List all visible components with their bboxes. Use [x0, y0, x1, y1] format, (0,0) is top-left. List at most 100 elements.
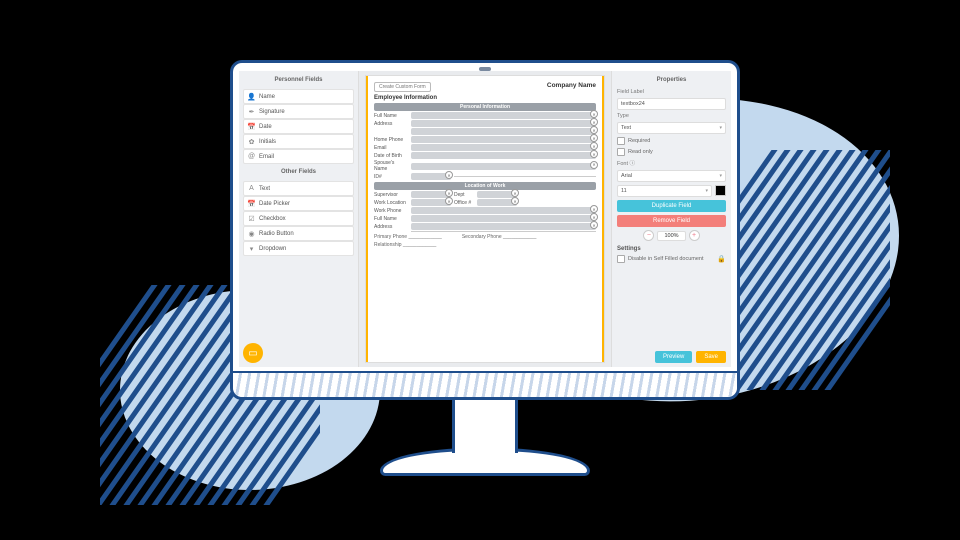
- name-icon: 👤: [248, 93, 255, 100]
- decoration-hatch-right: [720, 150, 890, 390]
- palette-item-label: Date Picker: [259, 201, 290, 207]
- font-family-select[interactable]: Arial▾: [617, 170, 726, 182]
- field-email[interactable]: [411, 144, 596, 151]
- type-label: Type: [617, 113, 726, 119]
- palette-item-signature[interactable]: ✒ Signature: [243, 104, 354, 119]
- field-address1[interactable]: [411, 120, 596, 127]
- properties-panel: Properties Field Label textbox24 Type Te…: [611, 71, 731, 367]
- dropdown-icon: ▾: [248, 245, 255, 252]
- field-palette: Personnel Fields 👤Name✒Signature📅Date✿In…: [239, 71, 359, 367]
- monitor-neck: [452, 398, 518, 453]
- field-homephone[interactable]: [411, 136, 596, 143]
- preview-button[interactable]: Preview: [655, 351, 692, 363]
- signature-icon: ✒: [248, 108, 255, 115]
- monitor-frame: Personnel Fields 👤Name✒Signature📅Date✿In…: [230, 60, 740, 400]
- disable-selffill-checkbox[interactable]: [617, 255, 625, 263]
- field-label-input[interactable]: textbox24: [617, 98, 726, 110]
- info-icon: ⓘ: [630, 161, 636, 167]
- monitor-chin: [233, 371, 737, 397]
- form-title: Employee Information: [374, 95, 596, 101]
- palette-item-label: Name: [259, 94, 275, 100]
- chevron-down-icon: ▾: [719, 125, 722, 131]
- lbl-dept: Dept: [454, 192, 474, 198]
- date-icon: 📅: [248, 123, 255, 130]
- lbl-email: Email: [374, 145, 408, 151]
- form-document[interactable]: Create Custom Form Company Name Employee…: [365, 75, 605, 363]
- field-dept[interactable]: [477, 191, 517, 198]
- disable-selffill-label: Disable in Self Filled document: [628, 256, 714, 262]
- lbl-secondaryphone: Secondary Phone: [462, 234, 502, 240]
- section-work-location: Location of Work: [374, 182, 596, 190]
- font-size-select[interactable]: 11▾: [617, 185, 712, 197]
- radio-button-icon: ◉: [248, 230, 255, 237]
- chevron-down-icon: ▾: [705, 188, 708, 194]
- section-personal-info: Personal Information: [374, 103, 596, 111]
- help-chat-button[interactable]: ▭: [243, 343, 263, 363]
- palette-item-label: Email: [259, 154, 274, 160]
- field-id[interactable]: [411, 173, 451, 180]
- duplicate-field-button[interactable]: Duplicate Field: [617, 200, 726, 212]
- field-worklocation[interactable]: [411, 199, 451, 206]
- save-button[interactable]: Save: [696, 351, 726, 363]
- field-workphone[interactable]: [411, 207, 596, 214]
- palette-item-email[interactable]: @Email: [243, 149, 354, 164]
- required-checkbox[interactable]: [617, 137, 625, 145]
- palette-item-date-picker[interactable]: 📅 Date Picker: [243, 196, 354, 211]
- lbl-address: Address: [374, 121, 408, 127]
- create-form-tag[interactable]: Create Custom Form: [374, 82, 431, 92]
- palette-item-text[interactable]: AText: [243, 181, 354, 196]
- zoom-out-button[interactable]: −: [643, 230, 654, 241]
- lbl-fullname2: Full Name: [374, 216, 408, 222]
- palette-item-label: Initials: [259, 139, 276, 145]
- field-fullname[interactable]: [411, 112, 596, 119]
- properties-header: Properties: [617, 75, 726, 86]
- palette-item-radio-button[interactable]: ◉ Radio Button: [243, 226, 354, 241]
- palette-item-label: Date: [259, 124, 272, 130]
- lbl-workphone: Work Phone: [374, 208, 408, 214]
- field-label-label: Field Label: [617, 89, 726, 95]
- remove-field-button[interactable]: Remove Field: [617, 215, 726, 227]
- date-picker-icon: 📅: [248, 200, 255, 207]
- field-supervisor[interactable]: [411, 191, 451, 198]
- lbl-supervisor: Supervisor: [374, 192, 408, 198]
- other-fields-header: Other Fields: [243, 167, 354, 178]
- palette-item-name[interactable]: 👤 Name: [243, 89, 354, 104]
- lock-icon: 🔒: [717, 255, 726, 263]
- initials-icon: ✿: [248, 138, 255, 145]
- palette-item-label: Signature: [259, 109, 285, 115]
- palette-item-date[interactable]: 📅 Date: [243, 119, 354, 134]
- field-dob[interactable]: [411, 152, 596, 159]
- lbl-spouse: Spouse's Name: [374, 160, 408, 172]
- palette-item-label: Dropdown: [259, 246, 286, 252]
- readonly-label: Read only: [628, 149, 653, 155]
- palette-item-label: Checkbox: [259, 216, 286, 222]
- checkbox-icon: ☑: [248, 215, 255, 222]
- app-screen: Personnel Fields 👤Name✒Signature📅Date✿In…: [239, 71, 731, 367]
- readonly-checkbox[interactable]: [617, 148, 625, 156]
- text-icon: A: [248, 185, 255, 192]
- lbl-primaryphone: Primary Phone: [374, 234, 407, 240]
- document-canvas: Create Custom Form Company Name Employee…: [359, 71, 611, 367]
- lbl-dob: Date of Birth: [374, 153, 408, 159]
- lbl-relationship: Relationship: [374, 242, 402, 248]
- palette-item-checkbox[interactable]: ☑ Checkbox: [243, 211, 354, 226]
- chat-icon: ▭: [248, 348, 257, 359]
- lbl-id: ID#: [374, 174, 408, 180]
- palette-item-label: Radio Button: [259, 231, 294, 237]
- field-fullname2[interactable]: [411, 215, 596, 222]
- field-address2[interactable]: [411, 128, 596, 135]
- lbl-homephone: Home Phone: [374, 137, 408, 143]
- font-color-swatch[interactable]: [715, 185, 726, 196]
- lbl-office: Office #: [454, 200, 474, 206]
- field-office[interactable]: [477, 199, 517, 206]
- field-address-b[interactable]: [411, 223, 596, 230]
- font-label: Font: [617, 161, 628, 167]
- palette-item-initials[interactable]: ✿ Initials: [243, 134, 354, 149]
- field-spouse[interactable]: [411, 163, 596, 170]
- palette-item-dropdown[interactable]: ▾ Dropdown: [243, 241, 354, 256]
- required-label: Required: [628, 138, 650, 144]
- zoom-value[interactable]: 100%: [657, 231, 685, 241]
- company-name: Company Name: [547, 82, 596, 89]
- zoom-in-button[interactable]: +: [689, 230, 700, 241]
- type-select[interactable]: Text▾: [617, 122, 726, 134]
